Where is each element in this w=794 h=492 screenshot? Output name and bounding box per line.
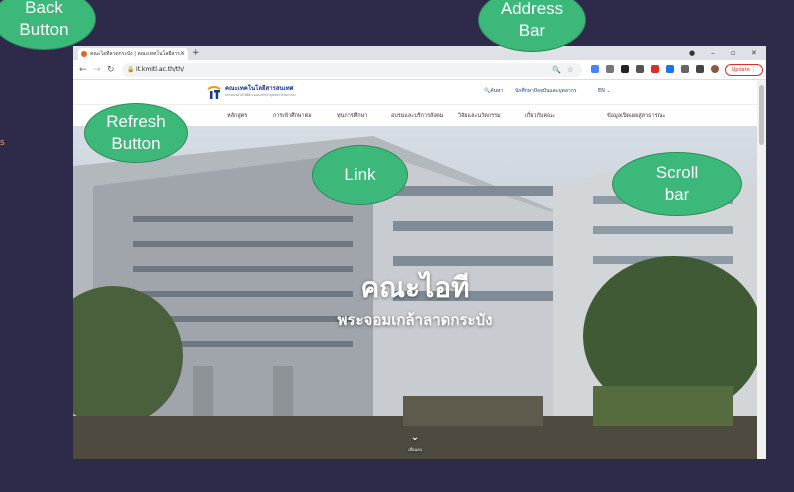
logo-subtitle: สถาบันเทคโนโลยีพระจอมเกล้าเจ้าคุณทหารลาด…	[225, 93, 296, 97]
language-label: EN	[598, 88, 605, 94]
tab-strip: คณะไอทีลาดกระบัง | คณะเทคโนโลยีสาร... ✕ …	[73, 46, 766, 60]
profile-icon[interactable]: ●	[689, 46, 695, 60]
logo-name: คณะเทคโนโลยีสารสนเทศ	[225, 85, 294, 92]
extension-icon[interactable]	[621, 65, 629, 73]
minimize-button[interactable]: –	[711, 46, 715, 60]
scroll-down-label: เลื่อนลง	[408, 447, 422, 452]
callout-scroll-bar: Scroll bar	[612, 152, 742, 216]
favicon-icon	[81, 51, 87, 57]
close-tab-icon[interactable]: ✕	[180, 48, 185, 60]
menu-item-curriculum[interactable]: หลักสูตร	[227, 105, 247, 127]
menu-item-scholarship[interactable]: ทุนการศึกษา	[337, 105, 367, 127]
callout-refresh-button: Refresh Button	[84, 103, 188, 163]
search-label: ค้นหา	[490, 88, 504, 94]
browser-toolbar: ← → ↻ 🔒 it.kmitl.ac.th/th/ 🔍 ☆ Update ⋮	[73, 60, 766, 80]
callout-text: Scroll	[655, 162, 699, 182]
site-logo[interactable]: คณะเทคโนโลยีสารสนเทศ สถาบันเทคโนโลยีพระจ…	[206, 84, 296, 100]
browser-tab[interactable]: คณะไอทีลาดกระบัง | คณะเทคโนโลยีสาร... ✕	[78, 48, 188, 60]
zoom-icon[interactable]: 🔍	[552, 63, 561, 77]
avatar[interactable]	[711, 65, 719, 73]
lock-icon: 🔒	[127, 66, 135, 73]
hero-title: คณะไอที	[360, 271, 470, 304]
address-text: it.kmitl.ac.th/th/	[136, 66, 185, 73]
callout-text: Button	[111, 134, 161, 153]
extension-icon[interactable]	[636, 65, 644, 73]
callout-back-button: Back Button	[0, 0, 96, 50]
side-decoration: s	[0, 138, 5, 148]
callout-text: bar	[664, 185, 690, 204]
extension-icon[interactable]	[666, 65, 674, 73]
extension-icon[interactable]	[591, 65, 599, 73]
audience-link[interactable]: นักศึกษาปัจจุบันและบุคลากร	[515, 86, 576, 96]
menu-item-research[interactable]: วิจัยและนวัตกรรม	[458, 105, 501, 127]
puzzle-icon[interactable]	[696, 65, 704, 73]
scroll-bar[interactable]	[757, 80, 766, 459]
tab-title: คณะไอทีลาดกระบัง | คณะเทคโนโลยีสาร...	[90, 51, 185, 57]
forward-button[interactable]: →	[93, 60, 101, 80]
menu-item-about[interactable]: เกี่ยวกับคณะ	[525, 105, 555, 127]
bookmark-star-icon[interactable]: ☆	[567, 63, 573, 77]
callout-text: Button	[19, 20, 69, 39]
callout-text: Bar	[518, 21, 546, 40]
extension-icon[interactable]	[606, 65, 614, 73]
it-logo-icon	[207, 86, 221, 99]
callout-text: Address	[500, 0, 564, 18]
language-switch[interactable]: EN ⌄	[598, 86, 611, 96]
close-window-button[interactable]: ✕	[751, 46, 757, 60]
menu-item-admission[interactable]: การเข้าศึกษาต่อ	[273, 105, 312, 127]
maximize-button[interactable]: ▫	[731, 46, 736, 60]
refresh-button[interactable]: ↻	[107, 60, 115, 80]
callout-text: Back	[25, 0, 63, 17]
callout-text: Refresh	[106, 111, 166, 131]
callout-link: Link	[312, 145, 408, 205]
menu-item-public-info[interactable]: ข้อมูลเปิดเผยสู่สาธารณะ	[607, 105, 666, 127]
update-button[interactable]: Update ⋮	[725, 64, 763, 76]
menu-item-training[interactable]: อบรมและบริการสังคม	[391, 105, 443, 127]
back-button[interactable]: ←	[79, 60, 87, 80]
update-label: Update	[731, 67, 750, 73]
browser-window: คณะไอทีลาดกระบัง | คณะเทคโนโลยีสาร... ✕ …	[73, 46, 766, 459]
scroll-down-chevron-icon[interactable]: ⌄	[73, 432, 757, 443]
scroll-thumb[interactable]	[759, 85, 764, 145]
search-link[interactable]: 🔍ค้นหา	[484, 86, 503, 96]
new-tab-button[interactable]: +	[192, 46, 200, 60]
extension-icon[interactable]	[681, 65, 689, 73]
address-bar[interactable]: 🔒 it.kmitl.ac.th/th/ 🔍 ☆	[122, 63, 582, 77]
hero-subtitle: พระจอมเกล้าลาดกระบัง	[337, 311, 493, 329]
callout-address-bar: Address Bar	[478, 0, 586, 52]
callout-text: Link	[344, 164, 376, 184]
extension-icon[interactable]	[651, 65, 659, 73]
